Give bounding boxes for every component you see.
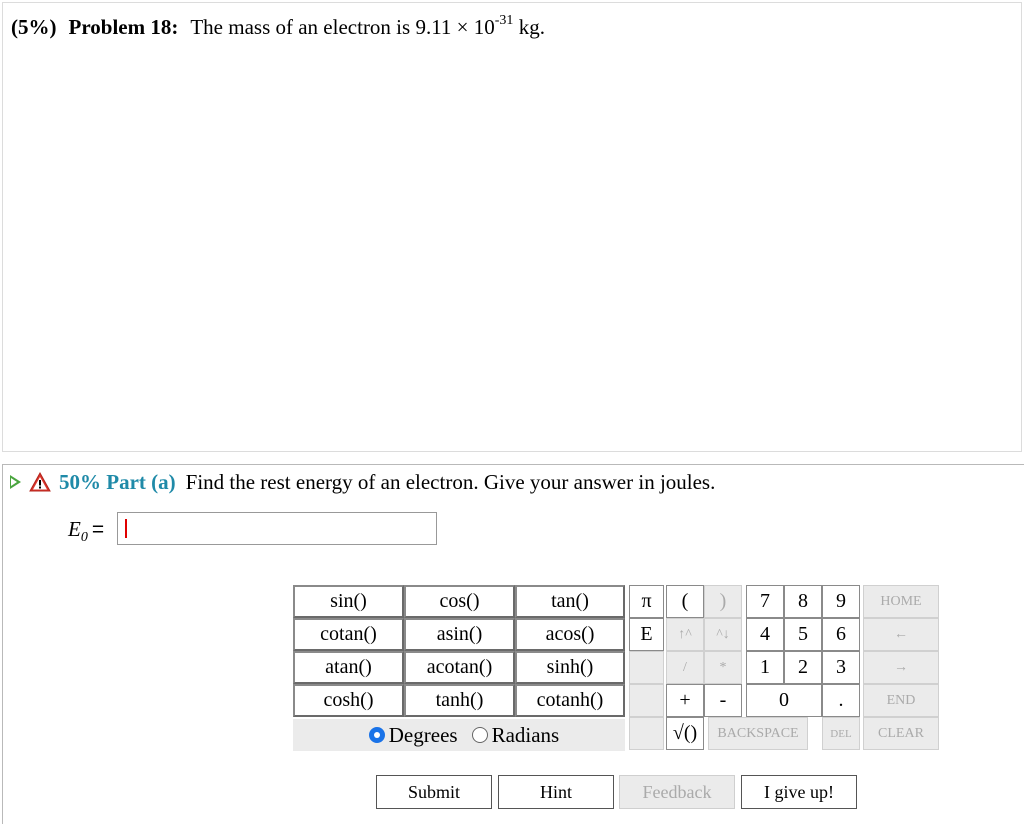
tan-button[interactable]: tan() [515,585,625,618]
problem-percent: (5%) [11,15,57,39]
cotan-button[interactable]: cotan() [293,618,404,651]
acotan-button[interactable]: acotan() [404,651,515,684]
plus-button[interactable]: + [666,684,704,717]
divide-button[interactable]: / [666,651,704,684]
blank-key [629,651,664,684]
e-button[interactable]: E [629,618,664,651]
calculator-keypad: sin() cos() tan() cotan() asin() acos() … [293,585,939,751]
sinh-button[interactable]: sinh() [515,651,625,684]
problem-exponent: -31 [494,13,514,28]
pi-button[interactable]: π [629,585,664,618]
minus-button[interactable]: - [704,684,742,717]
problem-number: Problem 18: [68,15,179,39]
sin-button[interactable]: sin() [293,585,404,618]
acos-button[interactable]: acos() [515,618,625,651]
key-2[interactable]: 2 [784,651,822,684]
part-question: Find the rest energy of an electron. Giv… [185,469,716,494]
text-caret [125,519,127,538]
tanh-button[interactable]: tanh() [404,684,515,717]
right-arrow-icon[interactable]: → [863,651,939,684]
atan-button[interactable]: atan() [293,651,404,684]
answer-symbol: E [68,517,81,541]
open-paren-button[interactable]: ( [666,585,704,618]
cos-button[interactable]: cos() [404,585,515,618]
down-caret-button[interactable]: ^↓ [704,618,742,651]
key-6[interactable]: 6 [822,618,860,651]
problem-panel: (5%) Problem 18: The mass of an electron i… [2,2,1022,452]
answer-subscript: 0 [80,530,88,546]
multiply-button[interactable]: * [704,651,742,684]
feedback-button[interactable]: Feedback [619,775,735,809]
cosh-button[interactable]: cosh() [293,684,404,717]
backspace-button[interactable]: BACKSPACE [708,717,808,750]
key-4[interactable]: 4 [746,618,784,651]
answer-input[interactable] [117,512,437,545]
hint-button[interactable]: Hint [498,775,614,809]
angle-mode-selector: Degrees Radians [293,719,625,751]
key-0[interactable]: 0 [746,684,822,717]
key-5[interactable]: 5 [784,618,822,651]
key-7[interactable]: 7 [746,585,784,618]
home-button[interactable]: HOME [863,585,939,618]
equals-sign: = [91,518,105,541]
key-8[interactable]: 8 [784,585,822,618]
key-3[interactable]: 3 [822,651,860,684]
problem-statement: (5%) Problem 18: The mass of an electron i… [11,13,545,40]
problem-unit: kg. [513,15,545,39]
end-button[interactable]: END [863,684,939,717]
blank-key [629,717,664,750]
cotanh-button[interactable]: cotanh() [515,684,625,717]
left-arrow-icon[interactable]: ← [863,618,939,651]
close-paren-button[interactable]: ) [704,585,742,618]
up-caret-button[interactable]: ↑^ [666,618,704,651]
part-header: 50% Part (a) Find the rest energy of an … [10,468,715,496]
del-button[interactable]: DEL [822,717,860,750]
warning-icon [29,472,51,492]
key-dot[interactable]: . [822,684,860,717]
play-icon[interactable] [10,475,21,489]
submit-button[interactable]: Submit [376,775,492,809]
key-9[interactable]: 9 [822,585,860,618]
degrees-radio[interactable] [368,727,385,743]
asin-button[interactable]: asin() [404,618,515,651]
clear-button[interactable]: CLEAR [863,717,939,750]
key-1[interactable]: 1 [746,651,784,684]
answer-label: E0 = [68,517,104,546]
sqrt-button[interactable]: √() [666,717,704,750]
radians-radio[interactable] [471,727,488,743]
give-up-button[interactable]: I give up! [741,775,857,809]
degrees-label[interactable]: Degrees [389,723,458,748]
radians-label[interactable]: Radians [492,723,560,748]
problem-text: The mass of an electron is 9.11 × 10 [190,15,495,39]
blank-key [629,684,664,717]
part-percent: 50% Part (a) [59,469,176,494]
